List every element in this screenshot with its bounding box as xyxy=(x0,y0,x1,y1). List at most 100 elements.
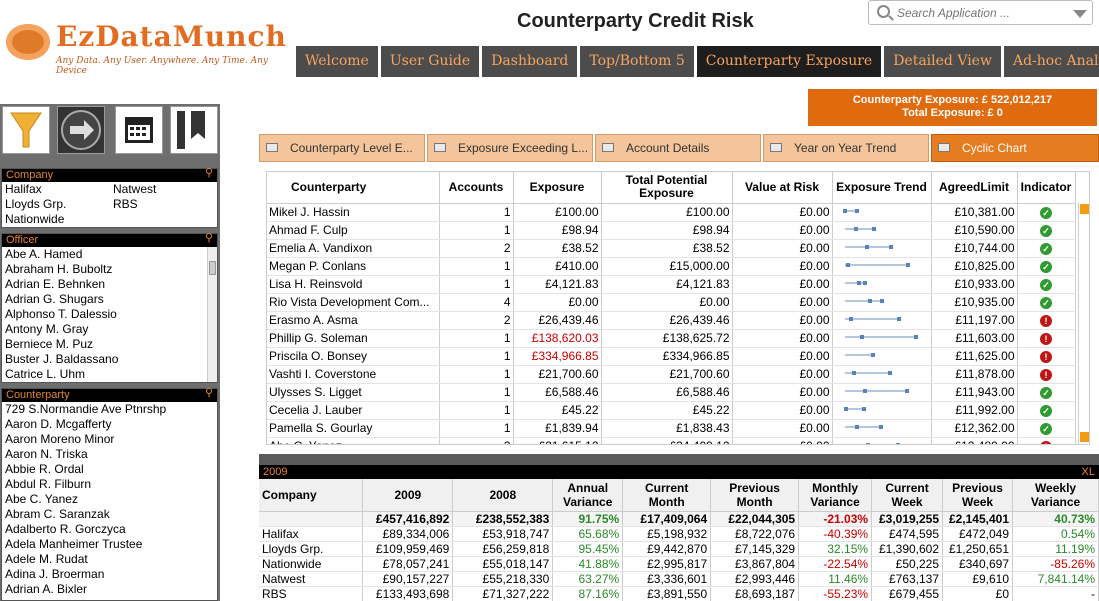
table-row[interactable]: Pamella S. Gourlay 1 £1,839.94 £1,838.43 £0.… xyxy=(267,419,1076,438)
table-row[interactable]: Ulysses S. Ligget 1 £6,588.46 £6,588.46 £0.0… xyxy=(267,383,1076,402)
list-item[interactable]: Adina J. Broerman xyxy=(2,567,217,582)
list-item[interactable]: Abram C. Saranzak xyxy=(2,507,217,522)
list-item[interactable]: Halifax xyxy=(2,182,110,197)
list-item[interactable]: Adalberto R. Gorczyca xyxy=(2,522,217,537)
summary-cell: £0 xyxy=(942,586,1014,601)
filter-funnel-icon[interactable] xyxy=(2,106,50,154)
list-item[interactable]: Adrian A. Bixler xyxy=(2,582,217,597)
grid-header-7[interactable]: Indicator xyxy=(1017,172,1076,204)
list-item[interactable]: 729 S.Normandie Ave Ptnrshp xyxy=(2,402,217,417)
search-box[interactable] xyxy=(868,0,1093,25)
list-item[interactable]: Adele M. Rudat xyxy=(2,552,217,567)
grid-header-6[interactable]: AgreedLimit xyxy=(931,172,1018,204)
summary-header-0[interactable]: Company xyxy=(259,479,364,512)
table-row[interactable]: Phillip G. Soleman 1 £138,620.03 £138,625.7… xyxy=(267,329,1076,348)
table-row[interactable]: Cecelia J. Lauber 1 £45.22 £45.22 £0.00 £11,9… xyxy=(267,401,1076,420)
forward-arrow-icon[interactable] xyxy=(57,106,105,154)
list-item[interactable]: Natwest xyxy=(110,182,218,197)
table-row[interactable]: Lisa H. Reinsvold 1 £4,121.83 £4,121.83 £0.0… xyxy=(267,275,1076,294)
scroll-up-icon[interactable] xyxy=(1080,204,1089,214)
nav-tab-2[interactable]: Dashboard xyxy=(482,46,578,77)
cell-name: Cecelia J. Lauber xyxy=(267,401,440,420)
panel-tab-3[interactable]: Year on Year Trend xyxy=(763,134,929,162)
bookmark-icon[interactable] xyxy=(170,106,218,154)
summary-header-1[interactable]: 2009 xyxy=(362,479,454,512)
list-item[interactable]: Aaron Moreno Minor xyxy=(2,432,217,447)
cell-accounts: 1 xyxy=(439,347,514,366)
panel-tab-4[interactable]: Cyclic Chart xyxy=(931,134,1099,162)
search-input[interactable] xyxy=(897,4,1067,22)
panel-tab-1[interactable]: Exposure Exceeding L... xyxy=(427,134,593,162)
cell-limit: £11,878.00 xyxy=(931,365,1018,384)
summary-row[interactable]: RBS £133,493,698 £71,327,222 87.16% £3,891,5… xyxy=(259,586,1099,601)
summary-total-cell: £22,044,305 xyxy=(710,511,800,527)
nav-tab-6[interactable]: Ad-hoc Analysis xyxy=(1003,46,1099,77)
nav-tab-5[interactable]: Detailed View xyxy=(884,46,1001,77)
scroll-down-icon[interactable] xyxy=(1080,432,1089,442)
summary-cell: £474,595 xyxy=(871,526,944,542)
summary-header-4[interactable]: Current Month xyxy=(622,479,712,512)
summary-header-6[interactable]: Monthly Variance xyxy=(798,479,873,512)
table-row[interactable]: Ahmad F. Culp 1 £98.94 £98.94 £0.00 £10,590.0… xyxy=(267,221,1076,240)
summary-header-9[interactable]: Weekly Variance xyxy=(1012,479,1099,512)
chevron-down-icon[interactable] xyxy=(1073,10,1087,18)
indicator-cell: ✓ xyxy=(1017,203,1076,222)
table-row[interactable]: Priscila O. Bonsey 1 £334,966.85 £334,966.8… xyxy=(267,347,1076,366)
list-item[interactable]: Aaron N. Triska xyxy=(2,447,217,462)
grid-scrollbar[interactable] xyxy=(1078,202,1089,444)
grid-header-5[interactable]: Exposure Trend xyxy=(832,172,932,204)
grid-header-1[interactable]: Accounts xyxy=(439,172,514,204)
summary-header-7[interactable]: Current Week xyxy=(871,479,944,512)
list-item[interactable]: Nationwide xyxy=(2,212,110,227)
panel-tab-0[interactable]: Counterparty Level E... xyxy=(259,134,425,162)
excel-export-icon[interactable]: XL xyxy=(1082,465,1095,479)
grid-header-4[interactable]: Value at Risk xyxy=(732,172,833,204)
list-item[interactable]: Aaron D. Mcgafferty xyxy=(2,417,217,432)
list-item[interactable]: Abdul R. Filburn xyxy=(2,477,217,492)
calendar-icon[interactable] xyxy=(115,106,163,154)
list-item[interactable]: Antony M. Gray xyxy=(2,322,217,337)
table-row[interactable]: Emelia A. Vandixon 2 £38.52 £38.52 £0.00 £10,… xyxy=(267,239,1076,258)
list-item[interactable]: Adrian E. Behnken xyxy=(2,277,217,292)
list-item[interactable]: Abe A. Hamed xyxy=(2,247,217,262)
nav-tab-3[interactable]: Top/Bottom 5 xyxy=(580,46,694,77)
nav-tab-1[interactable]: User Guide xyxy=(380,46,480,77)
list-item[interactable]: Catrice L. Uhm xyxy=(2,367,217,382)
cell-tpe: £138,625.72 xyxy=(601,329,733,348)
table-row[interactable]: Abe C. Yanez3£21,615.12£34,409.12£0.00 £1… xyxy=(267,437,1076,444)
summary-cell: £8,693,187 xyxy=(710,586,800,601)
list-item[interactable]: Abe C. Yanez xyxy=(2,492,217,507)
list-item[interactable]: Adela Manheimer Trustee xyxy=(2,537,217,552)
list-item[interactable]: RBS xyxy=(110,197,218,212)
summary-row[interactable]: Halifax £89,334,006 £53,918,747 65.68% £5,19… xyxy=(259,526,1099,542)
list-item[interactable]: Abbie R. Ordal xyxy=(2,462,217,477)
panel-tab-2[interactable]: Account Details xyxy=(595,134,761,162)
summary-header-5[interactable]: Previous Month xyxy=(710,479,800,512)
list-item[interactable]: Lloyds Grp. xyxy=(2,197,110,212)
summary-cell: £109,959,469 xyxy=(362,541,454,557)
cell-limit: £10,744.00 xyxy=(931,239,1018,258)
nav-tab-4[interactable]: Counterparty Exposure xyxy=(696,46,882,77)
list-item[interactable]: Berniece M. Puz xyxy=(2,337,217,352)
summary-cell: £50,225 xyxy=(871,556,944,572)
nav-tab-0[interactable]: Welcome xyxy=(296,46,378,77)
grid-header-3[interactable]: Total Potential Exposure xyxy=(601,172,733,204)
grid-header-0[interactable]: Counterparty xyxy=(267,172,440,204)
summary-row[interactable]: Lloyds Grp. £109,959,469 £56,259,818 95.45%… xyxy=(259,541,1099,557)
summary-row[interactable]: Nationwide £78,057,241 £55,018,147 41.88% £2… xyxy=(259,556,1099,572)
list-item[interactable]: Alphonso T. Dalessio xyxy=(2,307,217,322)
table-row[interactable]: Erasmo A. Asma 2 £26,439.46 £26,439.46 £0.00… xyxy=(267,311,1076,330)
table-row[interactable]: Rio Vista Development Com... 4 £0.00 £0.00 £… xyxy=(267,293,1076,312)
summary-header-3[interactable]: Annual Variance xyxy=(552,479,624,512)
list-item[interactable]: Buster J. Baldassano xyxy=(2,352,217,367)
list-item[interactable]: Adrian G. Shugars xyxy=(2,292,217,307)
summary-header-2[interactable]: 2008 xyxy=(452,479,554,512)
grid-header-2[interactable]: Exposure xyxy=(513,172,602,204)
summary-row[interactable]: Natwest £90,157,227 £55,218,330 63.27% £3,33… xyxy=(259,571,1099,587)
table-row[interactable]: Mikel J. Hassin 1 £100.00 £100.00 £0.00 £10,3… xyxy=(267,203,1076,222)
table-row[interactable]: Vashti I. Coverstone 1 £21,700.60 £21,700.6… xyxy=(267,365,1076,384)
summary-header-8[interactable]: Previous Week xyxy=(942,479,1014,512)
list-item[interactable]: Abraham H. Buboltz xyxy=(2,262,217,277)
officer-scrollbar[interactable] xyxy=(207,247,217,382)
table-row[interactable]: Megan P. Conlans 1 £410.00 £15,000.00 £0.00 £… xyxy=(267,257,1076,276)
